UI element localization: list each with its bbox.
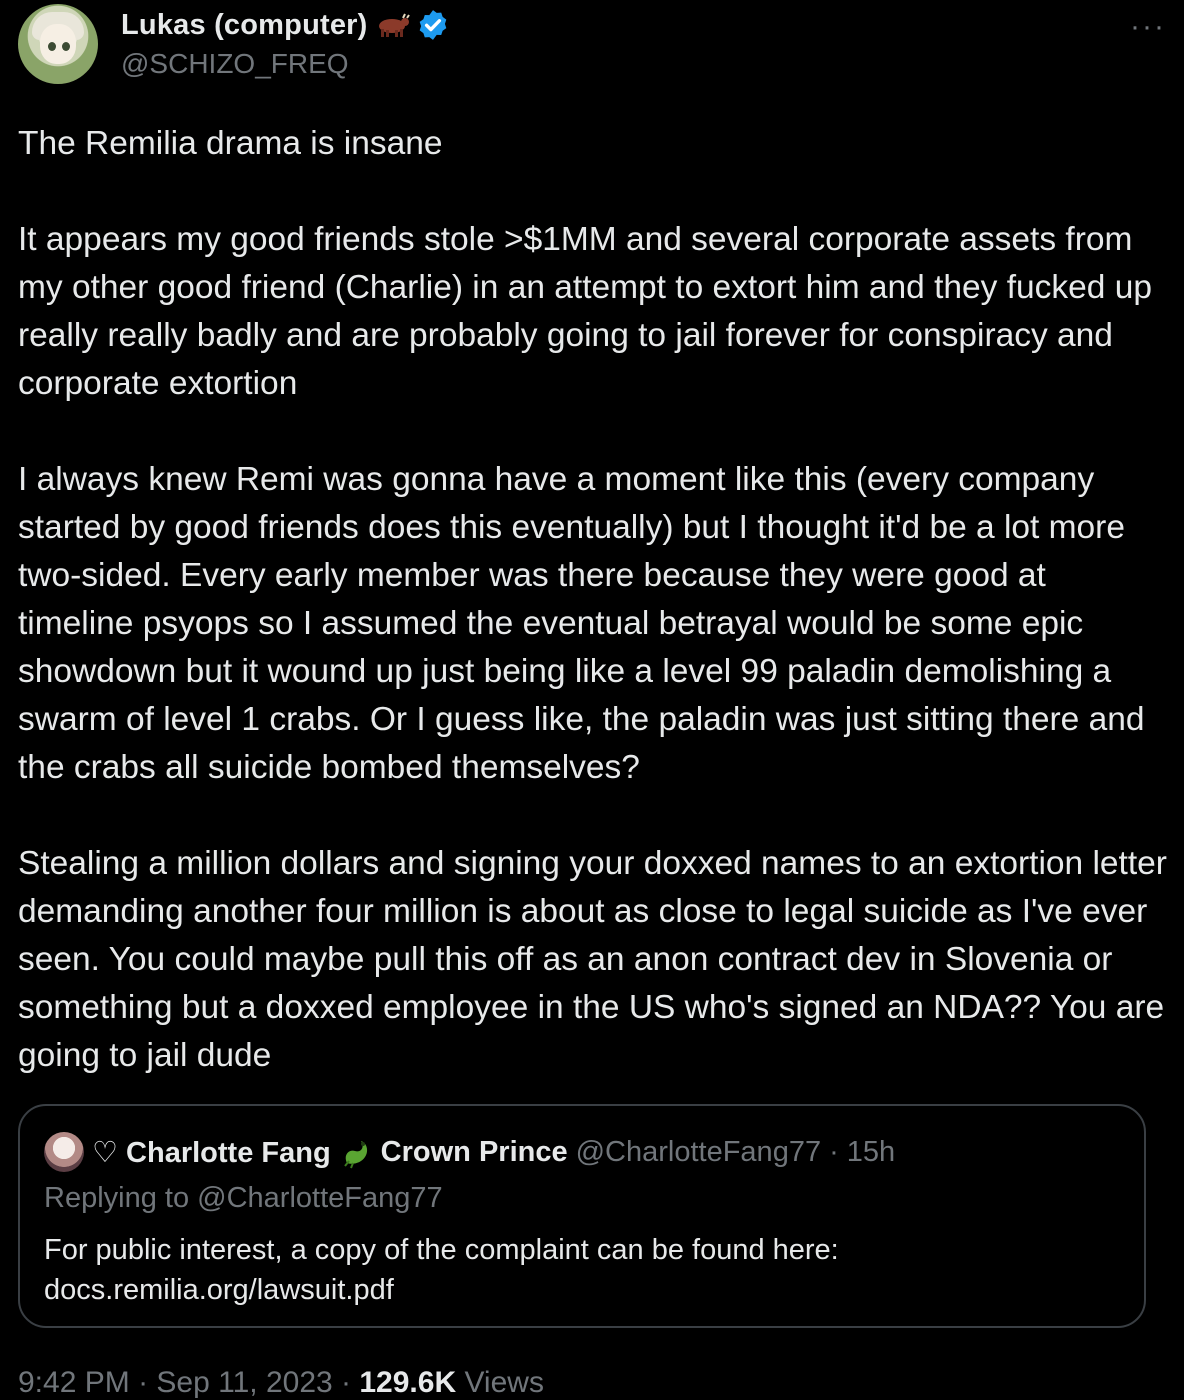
verified-badge-icon	[419, 10, 446, 40]
quoted-author-avatar	[44, 1132, 84, 1172]
quoted-author-name-suffix: Crown Prince	[380, 1135, 568, 1168]
quoted-author-name: ♡ Charlotte Fang	[92, 1136, 331, 1169]
quoted-tweet-line: For public interest, a copy of the compl…	[44, 1234, 839, 1266]
author-handle[interactable]: @SCHIZO_FREQ	[121, 48, 349, 80]
avatar-eye-left	[48, 42, 56, 51]
dragon-emoji-icon	[343, 1141, 367, 1169]
quoted-tweet-time: 15h	[846, 1135, 896, 1168]
quoted-tweet-header: ♡ Charlotte Fang Crown Prince @Charlotte…	[44, 1132, 895, 1172]
quoted-tweet-text: For public interest, a copy of the compl…	[44, 1230, 839, 1310]
tweet-paragraph: I always knew Remi was gonna have a mome…	[18, 461, 1145, 786]
separator-dot: ·	[138, 1366, 149, 1399]
tweet-paragraph: Stealing a million dollars and signing y…	[18, 845, 1167, 1074]
author-name-row[interactable]: Lukas (computer)	[121, 8, 450, 42]
tweet-paragraph: It appears my good friends stole >$1MM a…	[18, 221, 1153, 402]
views-count: 129.6K	[359, 1366, 457, 1399]
separator-dot: ·	[829, 1135, 839, 1168]
quoted-author-handle: @CharlotteFang77	[575, 1135, 822, 1168]
tweet-text: The Remilia drama is insane It appears m…	[18, 120, 1168, 1080]
author-display-name[interactable]: Lukas (computer)	[121, 9, 368, 42]
replying-to-label: Replying to @CharlotteFang77	[44, 1182, 443, 1214]
tweet-date[interactable]: Sep 11, 2023	[156, 1366, 332, 1399]
quoted-tweet-card[interactable]: ♡ Charlotte Fang Crown Prince @Charlotte…	[18, 1104, 1146, 1328]
tweet-paragraph: The Remilia drama is insane	[18, 125, 443, 162]
author-avatar[interactable]	[18, 4, 98, 84]
quoted-tweet-link: docs.remilia.org/lawsuit.pdf	[44, 1274, 394, 1306]
bull-emoji-icon	[378, 13, 410, 37]
avatar-face	[40, 24, 76, 64]
views-label: Views	[464, 1366, 544, 1399]
avatar-eye-right	[62, 42, 70, 51]
tweet-meta: 9:42 PM · Sep 11, 2023 · 129.6K Views	[18, 1366, 544, 1400]
tweet-header: Lukas (computer) @SCHIZO_FREQ ···	[18, 4, 1166, 88]
separator-dot: ·	[341, 1366, 352, 1399]
more-options-icon[interactable]: ···	[1130, 10, 1166, 44]
tweet-time[interactable]: 9:42 PM	[18, 1366, 130, 1399]
